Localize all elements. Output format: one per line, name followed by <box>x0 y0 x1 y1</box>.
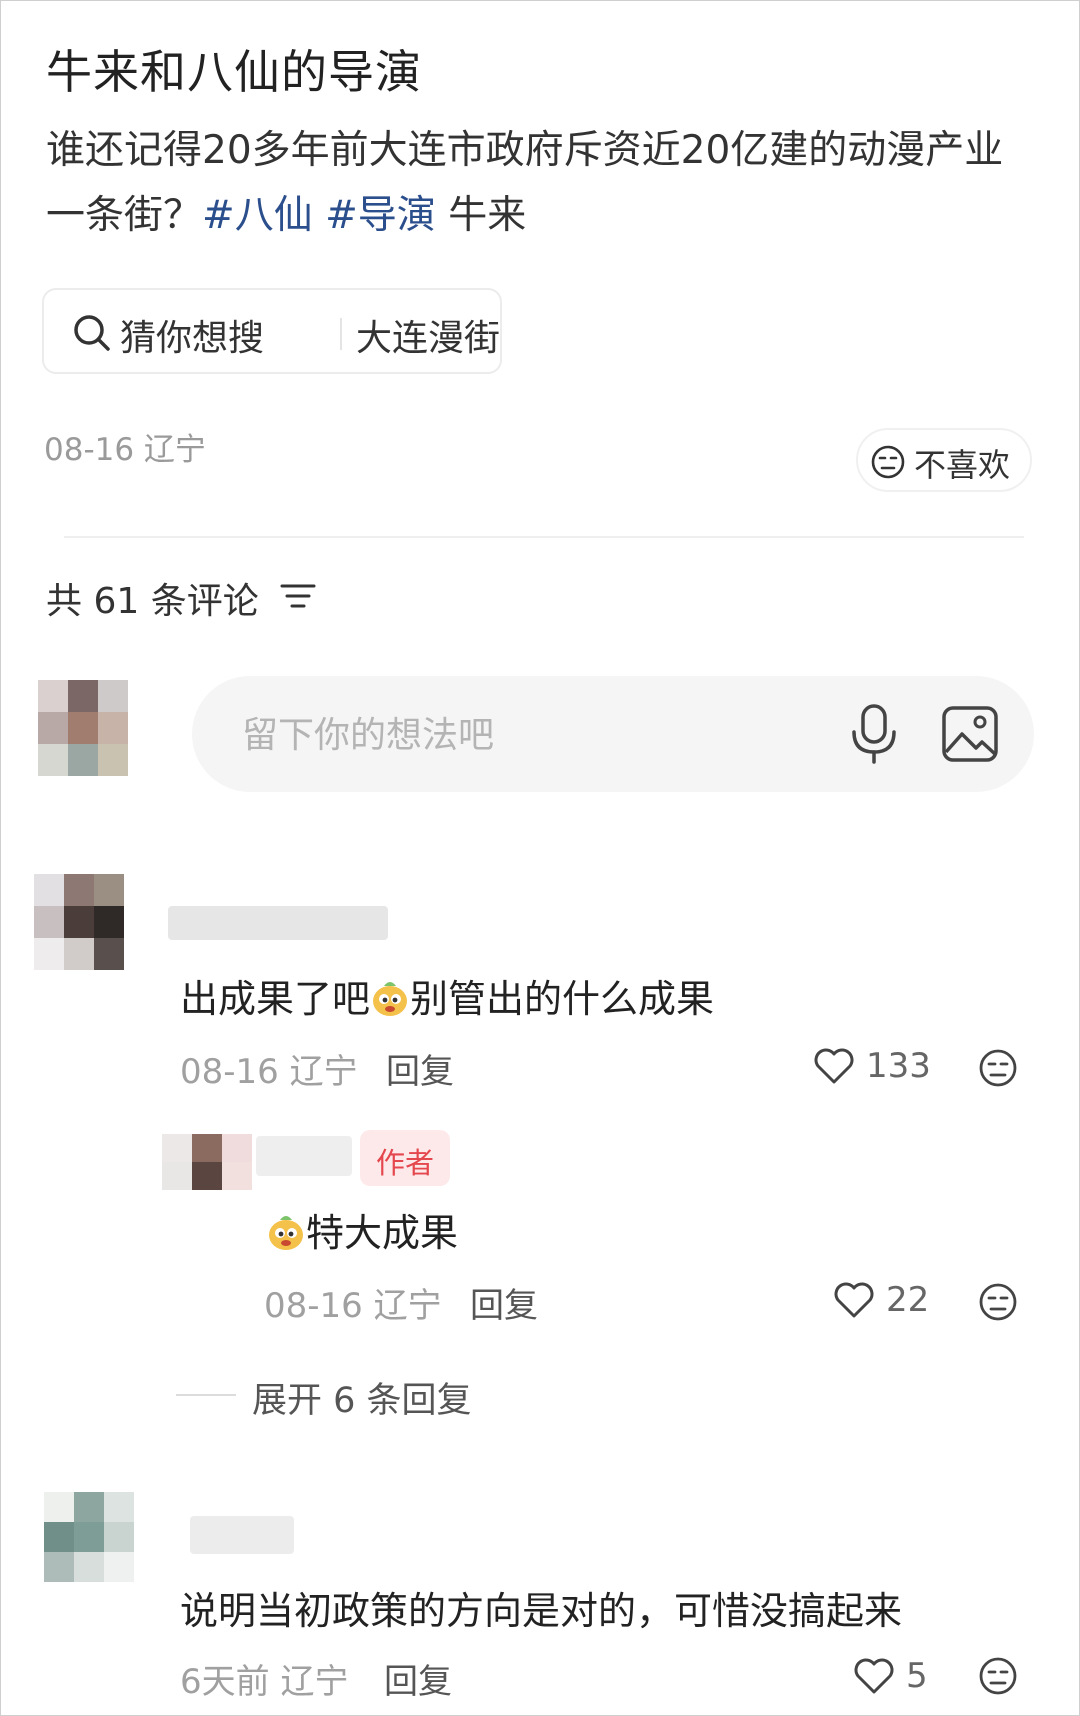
post-date-location: 08-16 辽宁 <box>44 432 206 468</box>
sort-icon[interactable] <box>280 582 316 612</box>
hashtag-bagxian[interactable]: #八仙 <box>202 193 313 238</box>
my-avatar[interactable] <box>38 680 128 776</box>
page-frame <box>0 0 1080 1716</box>
reply-button[interactable]: 回复 <box>386 1044 454 1093</box>
neutral-face-icon[interactable] <box>978 1282 1018 1322</box>
like-count: 22 <box>886 1280 930 1320</box>
comment-composer[interactable] <box>192 676 1034 792</box>
post-title: 牛来和八仙的导演 <box>46 45 422 99</box>
author-badge: 作者 <box>360 1130 450 1186</box>
guess-search-query: 大连漫街 <box>356 318 501 359</box>
heart-icon <box>854 1658 894 1694</box>
reply-button[interactable]: 回复 <box>470 1278 538 1327</box>
comment-text: 说明当初政策的方向是对的，可惜没搞起来 <box>180 1589 903 1633</box>
mic-icon[interactable] <box>844 702 904 766</box>
reply-username[interactable] <box>256 1136 352 1176</box>
reply-text: 特大成果 <box>266 1202 458 1257</box>
comment-text-before: 出成果了吧 <box>180 977 371 1021</box>
reply-date-location: 08-16 辽宁 <box>264 1286 442 1326</box>
cartoon-face-emoji <box>373 982 408 1016</box>
comment-avatar[interactable] <box>34 874 124 970</box>
cartoon-face-emoji <box>269 1216 303 1250</box>
author-badge-label: 作者 <box>376 1146 435 1180</box>
reply-avatar[interactable] <box>162 1134 252 1190</box>
comment-input[interactable] <box>240 706 804 764</box>
hashtag-director[interactable]: #导演 <box>325 193 436 238</box>
neutral-face-icon[interactable] <box>978 1656 1018 1696</box>
comment-username[interactable] <box>168 906 388 940</box>
like-count: 5 <box>906 1656 928 1696</box>
image-icon[interactable] <box>940 702 1000 766</box>
reply-text-body: 特大成果 <box>306 1211 459 1255</box>
like-button[interactable]: 5 <box>854 1656 944 1700</box>
reply-button[interactable]: 回复 <box>384 1654 452 1703</box>
neutral-face-icon[interactable] <box>978 1048 1018 1088</box>
comment-text: 出成果了吧 别管出的什么成果 <box>180 968 714 1023</box>
comment-count: 共 61 条评论 <box>46 581 259 622</box>
comment-date-location: 08-16 辽宁 <box>180 1052 358 1092</box>
comment-text-after: 别管出的什么成果 <box>410 977 715 1021</box>
like-button[interactable]: 22 <box>834 1280 944 1324</box>
guess-search-chip[interactable]: 猜你想搜 大连漫街 <box>42 288 502 374</box>
dislike-button[interactable]: 不喜欢 <box>856 428 1032 492</box>
dislike-label: 不喜欢 <box>914 446 1011 484</box>
heart-icon <box>834 1282 874 1318</box>
neutral-face-icon <box>871 445 905 479</box>
expand-replies-button[interactable]: 展开 6 条回复 <box>252 1372 472 1423</box>
guess-search-label: 猜你想搜 <box>120 318 265 359</box>
post-description: 谁还记得20多年前大连市政府斥资近20亿建的动漫产业一条街？#八仙 #导演 牛来 <box>46 118 1036 248</box>
expand-divider <box>176 1394 236 1396</box>
like-button[interactable]: 133 <box>814 1046 934 1090</box>
post-trailing-text: 牛来 <box>448 193 527 238</box>
search-icon <box>74 315 110 351</box>
divider <box>64 536 1024 538</box>
comment-date-location: 6天前 辽宁 <box>180 1662 349 1702</box>
heart-icon <box>814 1048 854 1084</box>
comment-avatar[interactable] <box>44 1492 134 1582</box>
comment-username[interactable] <box>190 1516 294 1554</box>
chip-divider <box>340 318 342 350</box>
like-count: 133 <box>866 1046 931 1086</box>
